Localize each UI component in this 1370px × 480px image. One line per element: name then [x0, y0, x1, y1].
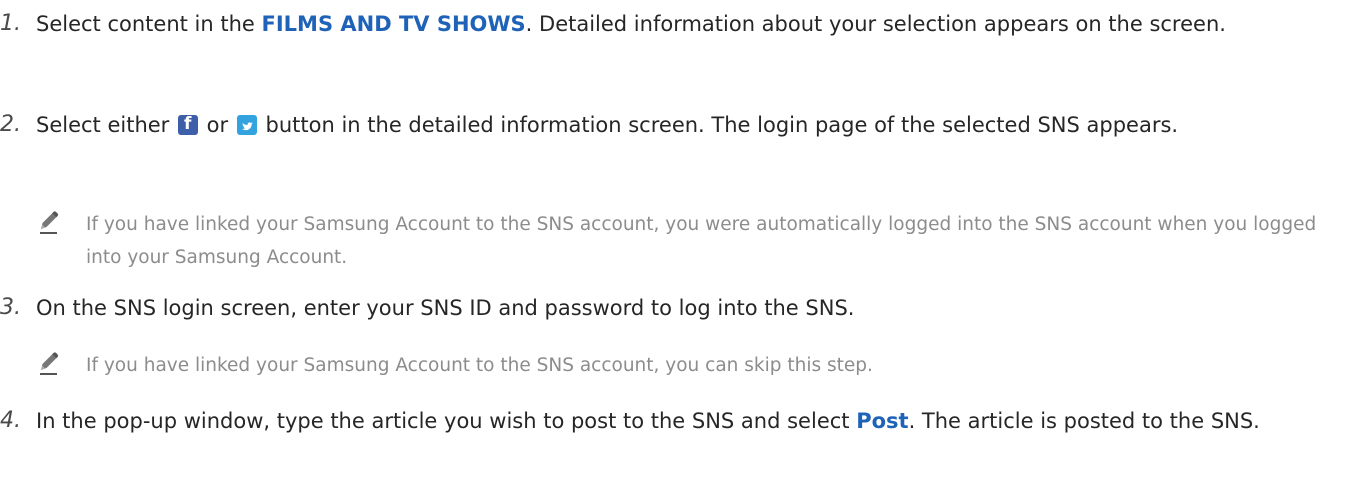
twitter-icon[interactable] [236, 115, 257, 135]
step-number: 1. [0, 11, 21, 36]
step-text: On the SNS login screen, enter your SNS … [36, 296, 855, 320]
step-text-part: Select content in the [36, 12, 262, 36]
step-text-part: Select either [36, 113, 176, 137]
note-text: If you have linked your Samsung Account … [86, 214, 1317, 268]
step-text-part: . The article is posted to the SNS. [908, 409, 1260, 433]
step-text-part: or [200, 113, 235, 137]
step-number: 4. [0, 408, 21, 433]
step-text: Select either or button in the detailed … [36, 107, 1336, 143]
pencil-note-icon [40, 352, 59, 375]
pencil-note-icon [40, 211, 59, 234]
films-and-tv-shows-link[interactable]: FILMS AND TV SHOWS [262, 12, 526, 36]
step-text: Select content in the FILMS AND TV SHOWS… [36, 6, 1336, 42]
step-number: 2. [0, 112, 21, 137]
step-number: 3. [0, 295, 21, 320]
step-text: In the pop-up window, type the article y… [36, 403, 1336, 439]
step-text-part: In the pop-up window, type the article y… [36, 409, 857, 433]
post-link[interactable]: Post [856, 409, 908, 433]
facebook-icon[interactable] [178, 114, 198, 135]
step-text-part: button in the detailed information scree… [258, 113, 1179, 137]
step-text-part: . Detailed information about your select… [525, 12, 1226, 36]
note-text: If you have linked your Samsung Account … [86, 355, 873, 376]
